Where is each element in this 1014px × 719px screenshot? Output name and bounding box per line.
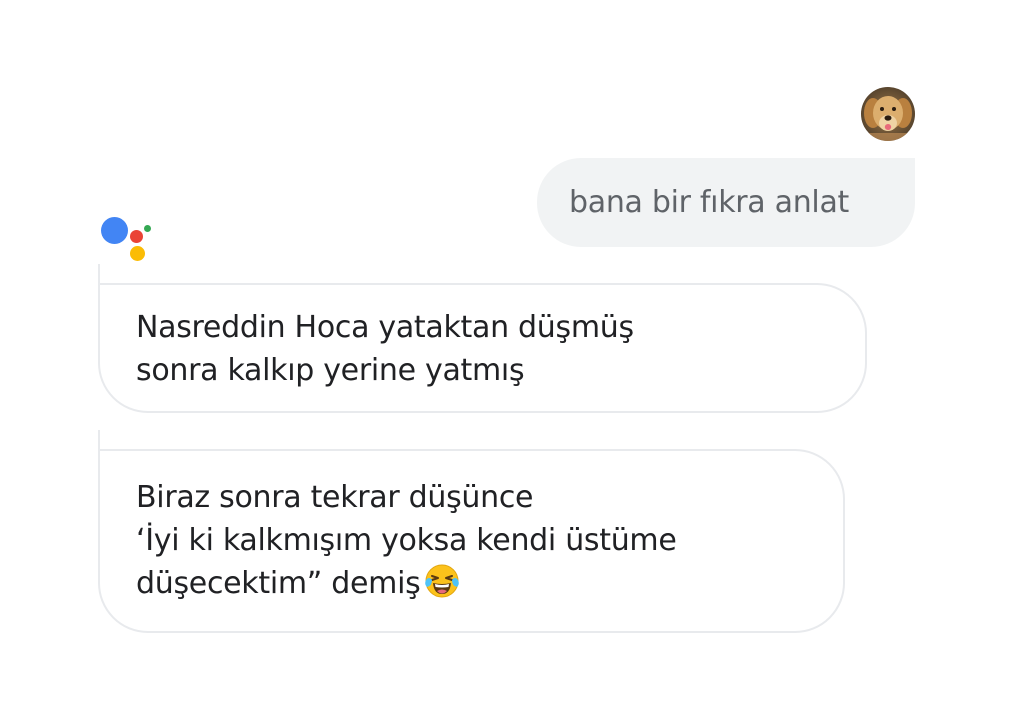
assistant-logo-blue-dot <box>101 217 128 244</box>
assistant-message-line: düşecektim” demiş <box>136 566 421 601</box>
tears-of-joy-emoji-icon <box>424 563 460 599</box>
dog-avatar-icon <box>861 87 915 141</box>
assistant-logo-green-dot <box>144 225 151 232</box>
assistant-message-line: Biraz sonra tekrar düşünce <box>136 480 534 515</box>
assistant-message-line: ‘İyi ki kalkmışım yoksa kendi üstüme <box>136 523 677 558</box>
assistant-message-bubble: Nasreddin Hoca yataktan düşmüş sonra kal… <box>98 283 867 413</box>
assistant-message-last-line: düşecektim” demiş <box>136 562 843 605</box>
assistant-logo-red-dot <box>130 230 143 243</box>
assistant-message-line: Nasreddin Hoca yataktan düşmüş <box>136 310 634 345</box>
user-message-bubble: bana bir fıkra anlat <box>537 158 915 247</box>
user-message-text: bana bir fıkra anlat <box>569 185 850 220</box>
assistant-message-bubble: Biraz sonra tekrar düşünce ‘İyi ki kalkm… <box>98 449 845 633</box>
assistant-message-line: sonra kalkıp yerine yatmış <box>136 353 525 388</box>
google-assistant-icon <box>100 214 152 262</box>
assistant-logo-yellow-dot <box>130 246 145 261</box>
